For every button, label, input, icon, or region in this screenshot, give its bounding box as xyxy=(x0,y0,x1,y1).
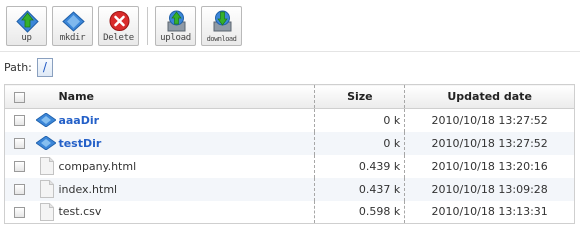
toolbar: up mkdir Delete upload download xyxy=(6,6,247,46)
header-icon-cell xyxy=(30,84,59,109)
file-icon xyxy=(40,202,55,221)
table-row: testDir 0 k 2010/10/18 13:27:52 xyxy=(4,131,575,155)
row-checkbox[interactable] xyxy=(14,206,25,218)
mkdir-button[interactable]: mkdir xyxy=(52,6,93,46)
row-size-cell: 0.439 k xyxy=(314,154,406,178)
row-checkbox[interactable] xyxy=(14,138,25,149)
upload-icon xyxy=(167,10,186,32)
table-header-row: Name Size Updated date xyxy=(4,84,575,109)
row-size-cell: 0.437 k xyxy=(314,177,406,201)
row-date-cell: 2010/10/18 13:20:16 xyxy=(431,159,548,173)
row-icon-cell xyxy=(30,109,58,132)
row-check-cell xyxy=(5,109,31,132)
row-name-cell: aaaDir xyxy=(58,109,314,132)
toolbar-separator xyxy=(147,7,148,45)
column-header-name[interactable]: Name xyxy=(58,84,315,109)
row-date-cell: 2010/10/18 13:09:28 xyxy=(404,177,575,201)
row-icon-cell xyxy=(30,177,59,201)
upload-button-label: upload xyxy=(160,33,191,43)
row-name-cell: index.html xyxy=(58,177,315,201)
dir-link[interactable]: testDir xyxy=(58,137,101,150)
table-row: company.html 0.439 k 2010/10/18 13:20:16 xyxy=(5,154,575,178)
folder-icon xyxy=(36,113,57,128)
up-arrow-icon xyxy=(16,10,39,33)
table-row: index.html 0.437 k 2010/10/18 13:09:28 xyxy=(4,177,575,201)
mkdir-button-label: mkdir xyxy=(59,33,86,43)
file-icon xyxy=(40,157,55,175)
column-header-updated[interactable]: Updated date xyxy=(404,84,575,109)
row-date-cell: 2010/10/18 13:27:52 xyxy=(404,131,575,155)
row-size-cell: 0 k xyxy=(314,131,406,155)
row-size-cell: 0 k xyxy=(314,108,406,132)
row-icon-cell xyxy=(30,201,58,224)
row-check-cell xyxy=(4,177,31,201)
delete-button-label: Delete xyxy=(103,33,134,43)
row-date-cell: 2010/10/18 13:27:52 xyxy=(431,113,548,127)
table-row: aaaDir 0 k 2010/10/18 13:27:52 xyxy=(5,108,575,132)
path-label: Path: xyxy=(4,60,32,74)
row-icon-cell xyxy=(30,131,59,155)
row-checkbox[interactable] xyxy=(14,161,25,172)
row-date-cell: 2010/10/18 13:13:31 xyxy=(431,205,548,219)
row-checkbox[interactable] xyxy=(14,115,25,127)
file-icon xyxy=(40,180,55,198)
dir-link[interactable]: aaaDir xyxy=(58,114,99,127)
row-check-cell xyxy=(5,155,31,178)
select-all-checkbox[interactable] xyxy=(14,91,25,103)
select-all-cell xyxy=(4,84,31,109)
delete-x-icon xyxy=(109,11,130,31)
toolbar-divider xyxy=(0,51,580,52)
upload-button[interactable]: upload xyxy=(155,6,196,46)
download-button-label: download xyxy=(206,35,237,43)
row-check-cell xyxy=(5,201,31,224)
folder-diamond-icon xyxy=(62,11,85,32)
row-checkbox[interactable] xyxy=(14,184,25,195)
path-root-button[interactable]: / xyxy=(36,57,53,77)
up-button[interactable]: up xyxy=(6,6,47,46)
row-size-cell: 0.598 k xyxy=(314,200,406,224)
download-button[interactable]: download xyxy=(201,6,242,46)
up-button-label: up xyxy=(21,33,32,43)
delete-button[interactable]: Delete xyxy=(98,6,139,46)
row-name-cell: testDir xyxy=(58,131,315,155)
table-row: test.csv 0.598 k 2010/10/18 13:13:31 xyxy=(5,200,575,224)
row-check-cell xyxy=(4,131,31,155)
path-bar: Path: / xyxy=(4,56,53,78)
row-icon-cell xyxy=(30,155,58,178)
row-name-cell: company.html xyxy=(58,159,137,173)
column-header-size[interactable]: Size xyxy=(314,84,406,109)
file-table: Name Size Updated date aaaDir 0 k 2010/1… xyxy=(4,84,575,224)
folder-icon xyxy=(36,136,57,150)
row-name-cell: test.csv xyxy=(58,205,102,219)
download-icon xyxy=(213,10,232,32)
